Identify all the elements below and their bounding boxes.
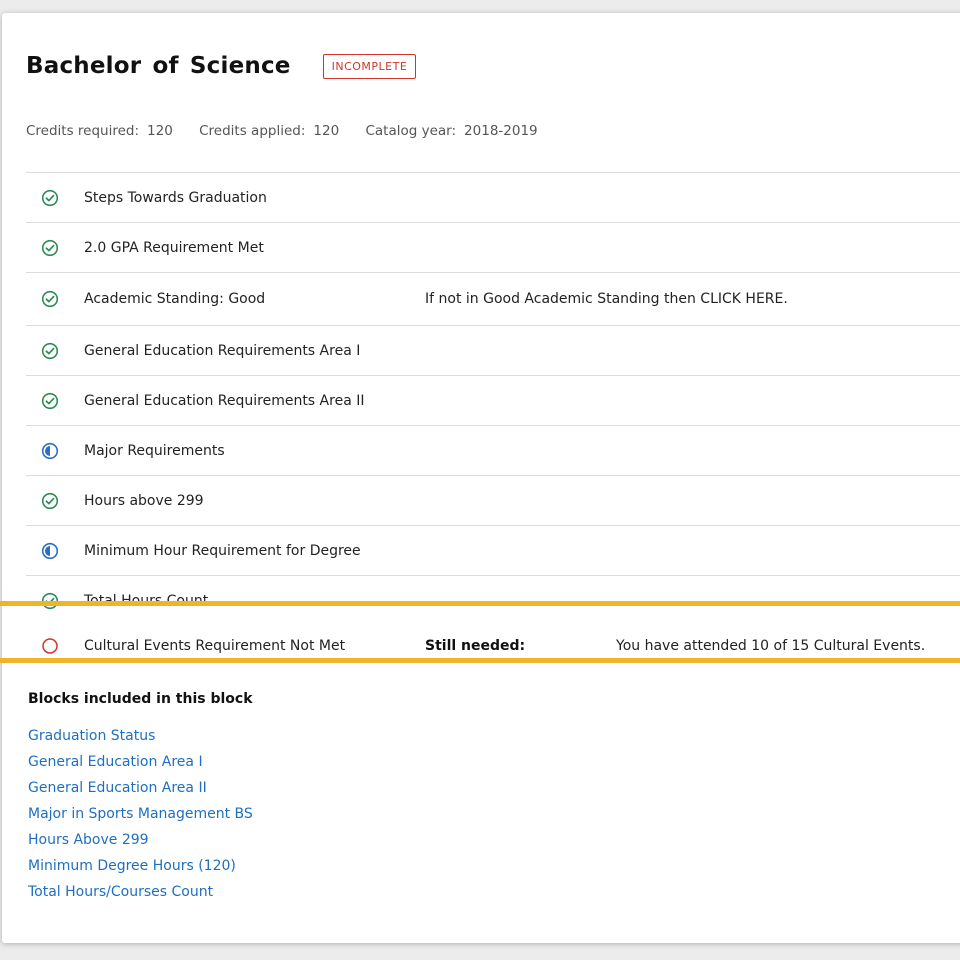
requirement-label: Academic Standing: Good	[84, 291, 266, 307]
requirement-row[interactable]: Steps Towards Graduation	[26, 172, 960, 222]
blocks-heading: Blocks included in this block	[28, 691, 253, 707]
requirement-row[interactable]: Hours above 299	[26, 475, 960, 525]
credits-applied-value: 120	[313, 123, 340, 139]
block-link-hours-above-299[interactable]: Hours Above 299	[28, 832, 149, 848]
list-item: Hours Above 299	[28, 829, 253, 855]
credits-applied: Credits applied: 120	[199, 123, 339, 139]
block-link-gen-ed-area-2[interactable]: General Education Area II	[28, 780, 207, 796]
page-title: Bachelor of Science	[26, 53, 291, 79]
check-circle-icon	[41, 392, 59, 410]
requirement-label: Total Hours Count	[84, 592, 209, 609]
check-circle-icon	[41, 290, 59, 308]
list-item: Graduation Status	[28, 725, 253, 751]
requirement-row[interactable]: Minimum Hour Requirement for Degree	[26, 525, 960, 575]
still-needed-label: Still needed:	[425, 638, 526, 654]
requirement-label: General Education Requirements Area II	[84, 392, 365, 409]
list-item: Minimum Degree Hours (120)	[28, 855, 253, 881]
blocks-list: Graduation Status General Education Area…	[28, 725, 253, 907]
catalog-year: Catalog year: 2018-2019	[365, 123, 537, 139]
audit-card: Bachelor of Science INCOMPLETE Credits r…	[2, 13, 960, 943]
check-circle-icon	[41, 342, 59, 360]
requirement-label: 2.0 GPA Requirement Met	[84, 239, 264, 256]
requirement-row[interactable]: General Education Requirements Area I	[26, 325, 960, 375]
check-circle-icon	[41, 492, 59, 510]
list-item: Total Hours/Courses Count	[28, 881, 253, 907]
check-circle-icon	[41, 189, 59, 207]
catalog-year-label: Catalog year:	[365, 123, 457, 139]
requirement-label: Hours above 299	[84, 492, 204, 509]
requirement-row[interactable]: 2.0 GPA Requirement Met	[26, 222, 960, 272]
title-row: Bachelor of Science INCOMPLETE	[26, 53, 417, 79]
requirement-label: General Education Requirements Area I	[84, 342, 361, 359]
block-link-min-degree-hours[interactable]: Minimum Degree Hours (120)	[28, 858, 236, 874]
list-item: General Education Area I	[28, 751, 253, 777]
block-link-gen-ed-area-1[interactable]: General Education Area I	[28, 754, 203, 770]
requirement-label: Cultural Events Requirement Not Met	[84, 638, 346, 654]
requirement-row-cultural-events[interactable]: Cultural Events Requirement Not Met Stil…	[26, 618, 960, 674]
requirement-row[interactable]: Academic Standing: Good If not in Good A…	[26, 272, 960, 325]
requirement-row[interactable]: Major Requirements	[26, 425, 960, 475]
list-item: Major in Sports Management BS	[28, 803, 253, 829]
academic-standing-note[interactable]: If not in Good Academic Standing then CL…	[425, 291, 788, 307]
credits-summary: Credits required: 120 Credits applied: 120…	[26, 123, 560, 139]
credits-applied-label: Credits applied:	[199, 123, 306, 139]
check-circle-icon	[41, 592, 59, 610]
catalog-year-value: 2018-2019	[464, 123, 538, 139]
requirement-label: Minimum Hour Requirement for Degree	[84, 542, 361, 559]
highlighted-requirement-container: Cultural Events Requirement Not Met Stil…	[26, 618, 960, 674]
block-link-total-hours[interactable]: Total Hours/Courses Count	[28, 884, 213, 900]
block-link-major[interactable]: Major in Sports Management BS	[28, 806, 253, 822]
empty-circle-icon	[41, 637, 59, 655]
half-circle-icon	[41, 442, 59, 460]
status-badge: INCOMPLETE	[322, 53, 417, 79]
block-link-graduation-status[interactable]: Graduation Status	[28, 728, 155, 744]
requirement-label: Major Requirements	[84, 442, 225, 459]
requirements-list: Steps Towards Graduation 2.0 GPA Require…	[26, 172, 960, 625]
still-needed-detail: You have attended 10 of 15 Cultural Even…	[616, 638, 926, 654]
requirement-label: Steps Towards Graduation	[84, 189, 267, 206]
list-item: General Education Area II	[28, 777, 253, 803]
credits-required-label: Credits required:	[26, 123, 140, 139]
requirement-row[interactable]: General Education Requirements Area II	[26, 375, 960, 425]
credits-required: Credits required: 120	[26, 123, 173, 139]
half-circle-icon	[41, 542, 59, 560]
check-circle-icon	[41, 239, 59, 257]
credits-required-value: 120	[147, 123, 173, 139]
